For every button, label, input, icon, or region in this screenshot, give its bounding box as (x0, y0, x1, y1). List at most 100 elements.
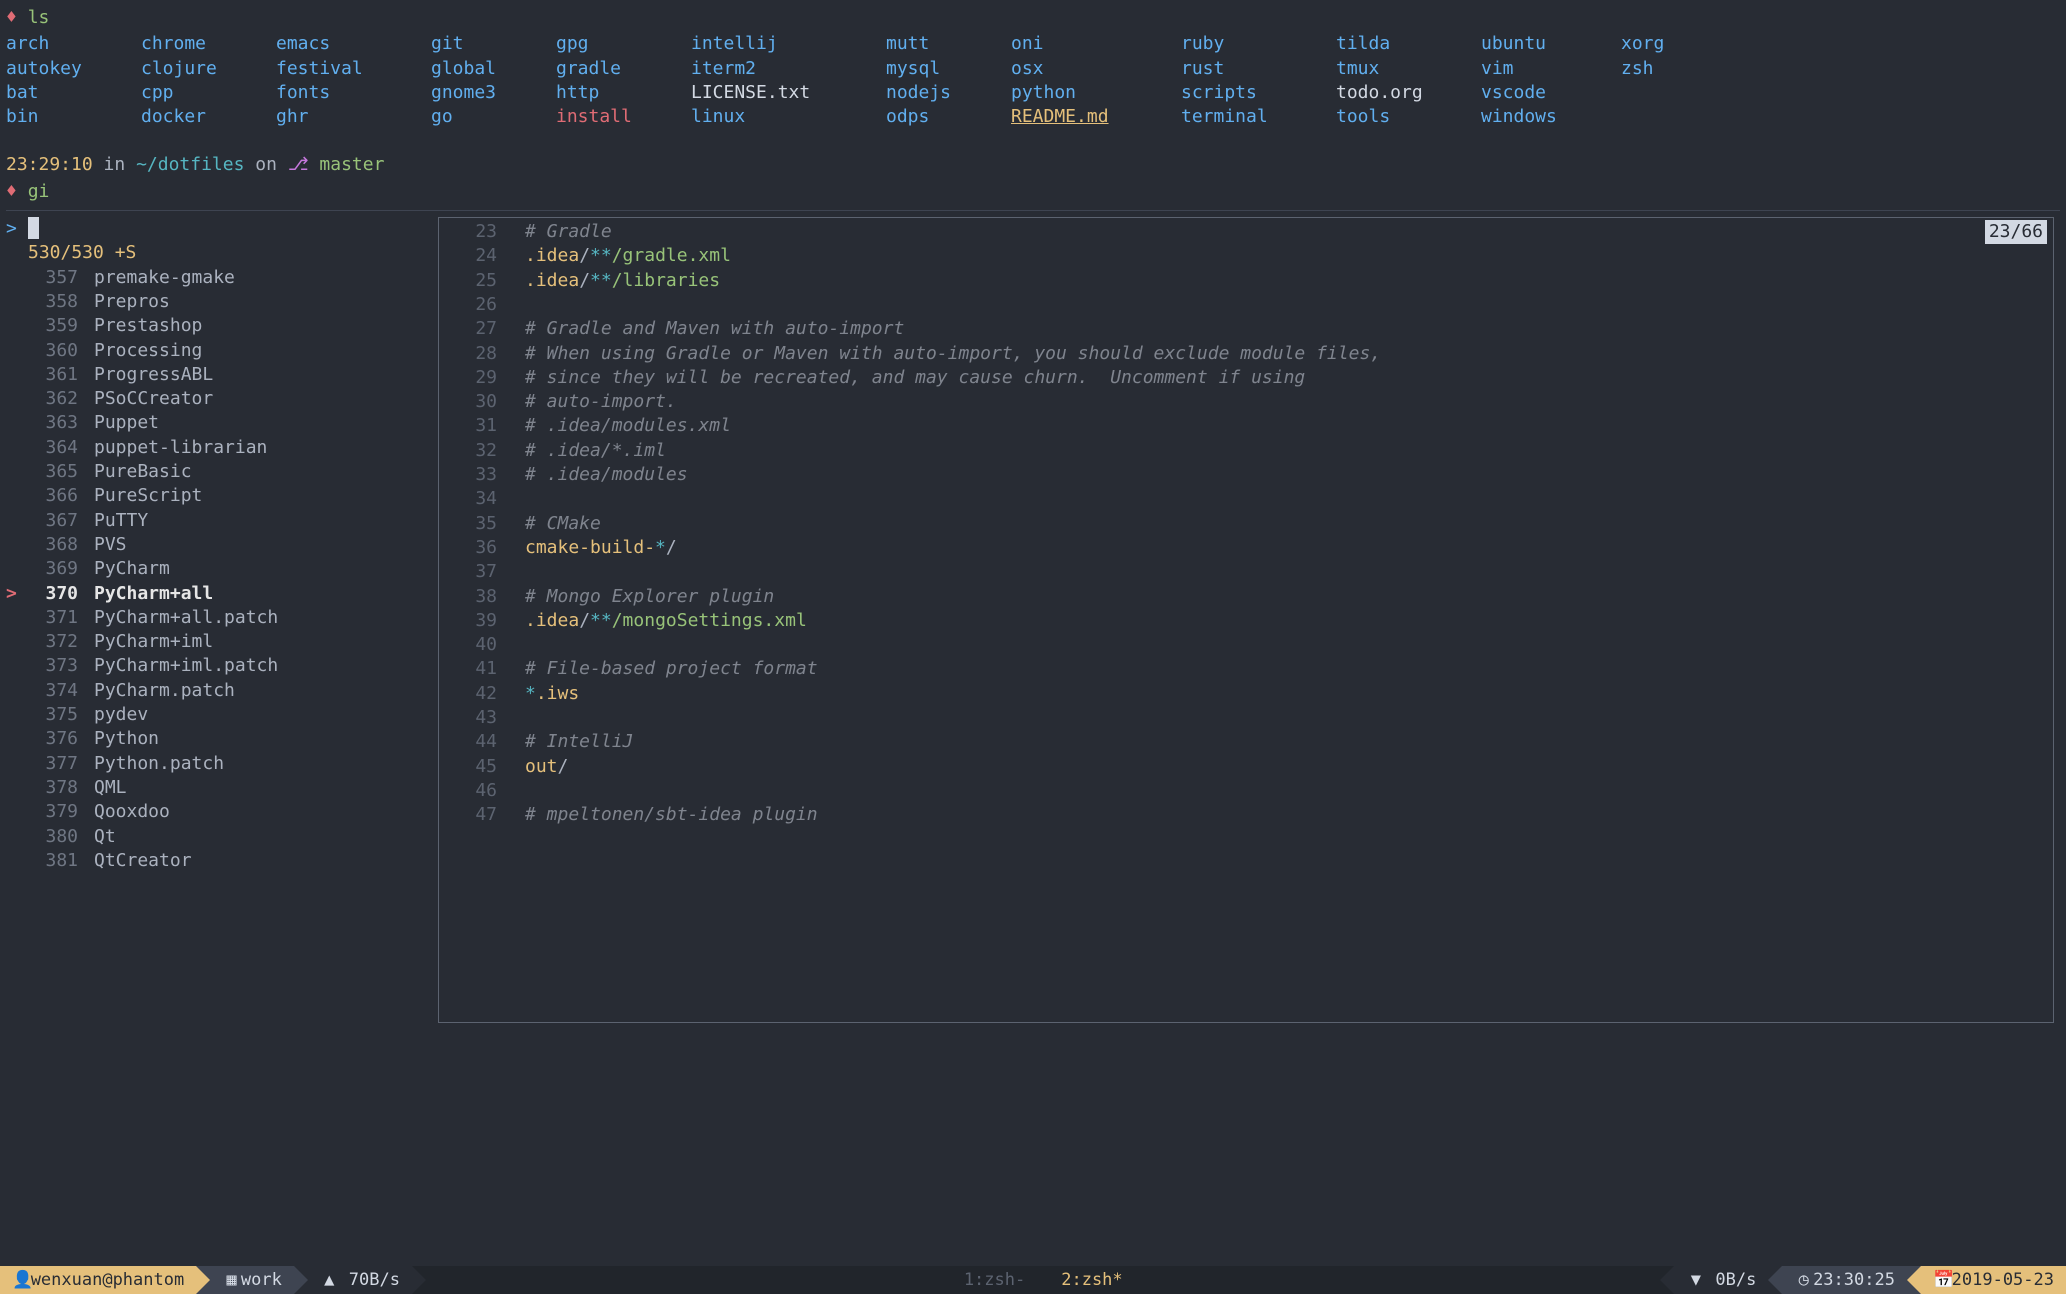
preview-pane[interactable]: 23/66 23# Gradle24.idea/**/gradle.xml25.… (438, 217, 2054, 1023)
list-item[interactable]: 374PyCharm.patch (6, 679, 438, 703)
ls-entry: README.md (1011, 105, 1181, 129)
status-upload: ▲ 70B/s (308, 1266, 412, 1294)
branch-icon: ⎇ (288, 154, 309, 175)
list-item[interactable]: 360Processing (6, 339, 438, 363)
fzf-item-number: 371 (20, 606, 78, 630)
ls-entry: install (556, 105, 691, 129)
ls-entry: LICENSE.txt (691, 81, 886, 105)
list-item[interactable]: 369PyCharm (6, 557, 438, 581)
fzf-marker (6, 630, 20, 654)
list-item[interactable]: 367PuTTY (6, 509, 438, 533)
preview-line: 24.idea/**/gradle.xml (445, 244, 2047, 268)
fzf-count: 530/530 +S (6, 241, 438, 265)
fzf-item-name: Processing (78, 340, 202, 361)
list-item[interactable]: 362PSoCCreator (6, 387, 438, 411)
status-date: 📅 2019-05-23 (1921, 1266, 2066, 1294)
status-session-text: work (241, 1269, 282, 1292)
ls-entry: bat (6, 81, 141, 105)
ls-entry: zsh (1621, 57, 1761, 81)
list-item[interactable]: 358Prepros (6, 290, 438, 314)
list-item[interactable]: 377Python.patch (6, 752, 438, 776)
ls-entry: bin (6, 105, 141, 129)
fzf-item-name: QtCreator (78, 850, 192, 871)
preview-line: 43 (445, 706, 2047, 730)
ls-entry: todo.org (1336, 81, 1481, 105)
preview-line: 26 (445, 293, 2047, 317)
fzf-item-name: PureScript (78, 485, 202, 506)
list-item[interactable]: 361ProgressABL (6, 363, 438, 387)
list-item[interactable]: 366PureScript (6, 484, 438, 508)
fzf-marker (6, 703, 20, 727)
fzf-item-name: puppet-librarian (78, 437, 267, 458)
fzf-marker (6, 387, 20, 411)
fzf-left[interactable]: > 530/530 +S 357premake-gmake 358Prepros… (6, 217, 438, 1023)
list-item[interactable]: 364puppet-librarian (6, 436, 438, 460)
preview-line: 31# .idea/modules.xml (445, 414, 2047, 438)
list-item[interactable]: 379Qooxdoo (6, 800, 438, 824)
fzf-item-number: 365 (20, 460, 78, 484)
preview-line: 28# When using Gradle or Maven with auto… (445, 342, 2047, 366)
ls-entry: tmux (1336, 57, 1481, 81)
ls-entry: festival (276, 57, 431, 81)
ls-entry: autokey (6, 57, 141, 81)
list-item[interactable]: 371PyCharm+all.patch (6, 606, 438, 630)
list-item[interactable]: 365PureBasic (6, 460, 438, 484)
ls-entry: python (1011, 81, 1181, 105)
fzf-item-number: 374 (20, 679, 78, 703)
ls-entry: vim (1481, 57, 1621, 81)
list-item[interactable]: 359Prestashop (6, 314, 438, 338)
fzf-item-name: PyCharm+iml (78, 631, 213, 652)
ls-entry: global (431, 57, 556, 81)
fzf-query-line[interactable]: > (6, 217, 438, 241)
ls-entry: clojure (141, 57, 276, 81)
fzf-marker (6, 363, 20, 387)
status-window[interactable]: 1:zsh- (964, 1269, 1025, 1292)
fzf-item-number: 378 (20, 776, 78, 800)
list-item[interactable]: 375pydev (6, 703, 438, 727)
fzf-panel[interactable]: > 530/530 +S 357premake-gmake 358Prepros… (6, 217, 2060, 1023)
list-item[interactable]: 373PyCharm+iml.patch (6, 654, 438, 678)
command-input-line[interactable]: ♦ gi (6, 180, 2060, 204)
preview-line: 42*.iws (445, 682, 2047, 706)
terminal[interactable]: ♦ ls archchromeemacsgitgpgintellijmutton… (0, 0, 2066, 1023)
list-item[interactable]: 380Qt (6, 825, 438, 849)
list-item[interactable]: 378QML (6, 776, 438, 800)
fzf-item-name: PyCharm+all (78, 583, 213, 604)
fzf-item-number: 369 (20, 557, 78, 581)
ls-command-line: ♦ ls (6, 6, 2060, 30)
fzf-marker (6, 266, 20, 290)
fzf-list[interactable]: 357premake-gmake 358Prepros 359Prestasho… (6, 266, 438, 873)
fzf-marker (6, 533, 20, 557)
ls-entry (1621, 105, 1761, 129)
status-window[interactable]: 2:zsh* (1061, 1269, 1122, 1292)
fzf-item-name: premake-gmake (78, 267, 235, 288)
ls-entry: go (431, 105, 556, 129)
list-item[interactable]: 357premake-gmake (6, 266, 438, 290)
list-item[interactable]: 381QtCreator (6, 849, 438, 873)
fzf-item-number: 366 (20, 484, 78, 508)
list-item[interactable]: 376Python (6, 727, 438, 751)
fzf-item-name: PyCharm (78, 558, 170, 579)
ls-entry: ruby (1181, 32, 1336, 56)
preview-line: 23# Gradle (445, 220, 2047, 244)
ls-entry: odps (886, 105, 1011, 129)
ls-output: archchromeemacsgitgpgintellijmuttoniruby… (6, 32, 2060, 129)
fzf-marker: > (6, 582, 20, 606)
list-item[interactable]: >370PyCharm+all (6, 582, 438, 606)
ls-entry: oni (1011, 32, 1181, 56)
list-item[interactable]: 363Puppet (6, 411, 438, 435)
status-clock-text: 23:30:25 (1813, 1269, 1895, 1292)
fzf-item-name: Prestashop (78, 315, 202, 336)
ls-entry: ubuntu (1481, 32, 1621, 56)
status-windows[interactable]: 1:zsh- 2:zsh* (426, 1266, 1661, 1294)
list-item[interactable]: 372PyCharm+iml (6, 630, 438, 654)
preview-line: 27# Gradle and Maven with auto-import (445, 317, 2047, 341)
list-item[interactable]: 368PVS (6, 533, 438, 557)
calendar-icon: 📅 (1933, 1269, 1952, 1292)
fzf-item-name: ProgressABL (78, 364, 213, 385)
ls-entry: gnome3 (431, 81, 556, 105)
fzf-marker (6, 290, 20, 314)
fzf-marker (6, 339, 20, 363)
fzf-item-number: 367 (20, 509, 78, 533)
prompt-time: 23:29:10 (6, 154, 93, 175)
